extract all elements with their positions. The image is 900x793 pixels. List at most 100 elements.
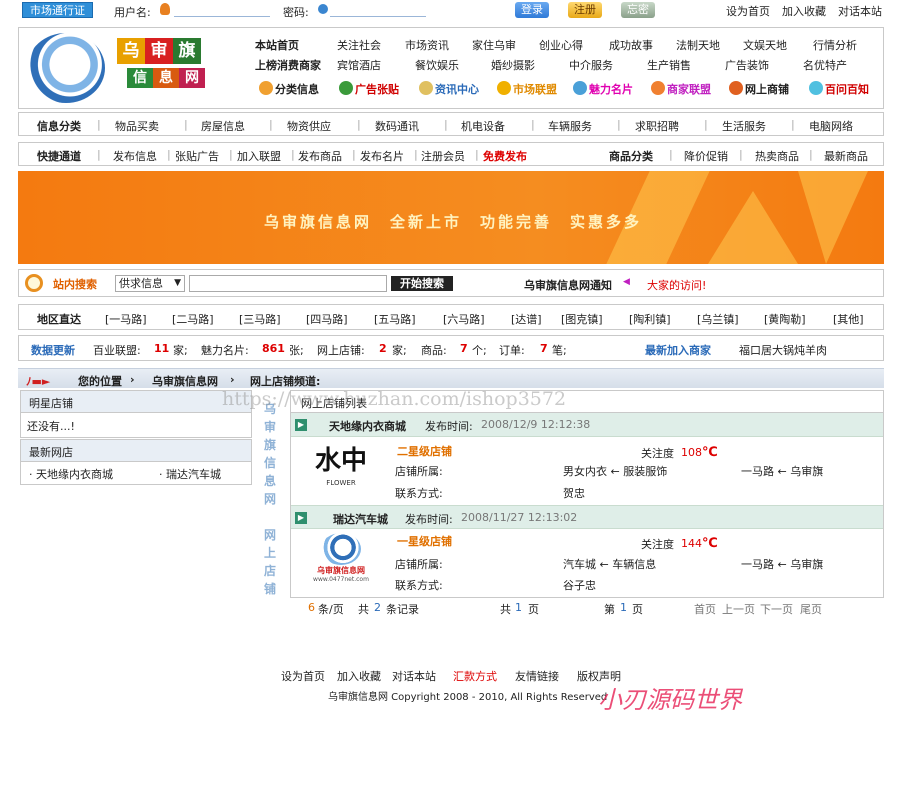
nav-item[interactable]: 法制天地 [676, 37, 720, 53]
region-item[interactable]: [五马路] [374, 311, 416, 327]
category-item[interactable]: 机电设备 [461, 118, 505, 134]
free-publish-link[interactable]: 免费发布 [483, 148, 527, 164]
feature-classified[interactable]: 分类信息 [259, 81, 319, 97]
shop-region[interactable]: 一马路 ← 乌审旗 [741, 556, 823, 572]
new-shop-item[interactable]: · 天地缘内衣商城 [29, 466, 113, 482]
nav-item[interactable]: 生产销售 [647, 57, 691, 73]
category-item[interactable]: 电脑网络 [809, 118, 853, 134]
quick-item[interactable]: 发布商品 [298, 148, 342, 164]
prev-page-link[interactable]: 上一页 [722, 601, 755, 617]
forgot-password-button[interactable]: 忘密 [621, 2, 655, 18]
nav-item[interactable]: 创业心得 [539, 37, 583, 53]
region-item[interactable]: [三马路] [239, 311, 281, 327]
region-item[interactable]: [达谱] [511, 311, 542, 327]
region-item[interactable]: [二马路] [172, 311, 214, 327]
nav-item[interactable]: 广告装饰 [725, 57, 769, 73]
url-watermark: https://www.huzhan.com/ishop3572 [222, 388, 567, 410]
login-button[interactable]: 登录 [515, 2, 549, 18]
region-item[interactable]: [黄陶勒] [764, 311, 806, 327]
nav-item[interactable]: 行情分析 [813, 37, 857, 53]
card-count: 861 [262, 342, 285, 355]
category-item[interactable]: 车辆服务 [548, 118, 592, 134]
footer-link[interactable]: 汇款方式 [453, 668, 497, 684]
region-item[interactable]: [其他] [833, 311, 864, 327]
nav-top-merchants[interactable]: 上榜消费商家 [255, 57, 321, 73]
first-page-link[interactable]: 首页 [694, 601, 716, 617]
nav-item[interactable]: 餐饮娱乐 [415, 57, 459, 73]
contact-site-link[interactable]: 对话本站 [838, 3, 882, 19]
shop-logo[interactable]: 乌审旗信息网 www.0477net.com [299, 533, 383, 593]
footer-link[interactable]: 加入收藏 [337, 668, 381, 684]
stats-unit: 个; [472, 344, 487, 357]
feature-merchant-alliance[interactable]: 商家联盟 [651, 81, 711, 97]
category-item[interactable]: 求职招聘 [635, 118, 679, 134]
search-input[interactable] [189, 275, 387, 292]
footer-link[interactable]: 友情链接 [515, 668, 559, 684]
region-item[interactable]: [六马路] [443, 311, 485, 327]
breadcrumb-site[interactable]: 乌审旗信息网 [152, 373, 218, 389]
shop-name[interactable]: 天地缘内衣商城 [329, 418, 406, 434]
nav-item[interactable]: 婚纱摄影 [491, 57, 535, 73]
shop-row-header: ▶ 瑞达汽车城 发布时间: 2008/11/27 12:13:02 [291, 505, 883, 529]
shop-category[interactable]: 汽车城 ← 车辆信息 [563, 556, 656, 572]
feature-online-shops[interactable]: 网上商铺 [729, 81, 789, 97]
category-item[interactable]: 物资供应 [287, 118, 331, 134]
quick-item[interactable]: 发布信息 [113, 148, 157, 164]
register-button[interactable]: 注册 [568, 2, 602, 18]
latest-merchant-name[interactable]: 福口居大锅炖羊肉 [739, 342, 827, 358]
product-item[interactable]: 热卖商品 [755, 148, 799, 164]
search-type-select[interactable]: 供求信息 ▼ [115, 275, 185, 292]
nav-home[interactable]: 本站首页 [255, 37, 299, 53]
product-item[interactable]: 降价促销 [684, 148, 728, 164]
add-favorite-link[interactable]: 加入收藏 [782, 3, 826, 19]
quick-item[interactable]: 发布名片 [360, 148, 404, 164]
nav-item[interactable]: 成功故事 [609, 37, 653, 53]
region-item[interactable]: [乌兰镇] [697, 311, 739, 327]
shop-category[interactable]: 男女内衣 ← 服装服饰 [563, 463, 667, 479]
set-homepage-link[interactable]: 设为首页 [726, 3, 770, 19]
nav-item[interactable]: 市场资讯 [405, 37, 449, 53]
username-input[interactable] [174, 3, 270, 17]
feature-news[interactable]: 资讯中心 [419, 81, 479, 97]
shop-logo[interactable]: 水中 FLOWER [299, 443, 383, 495]
shop-level: 一星级店铺 [397, 535, 452, 548]
region-item[interactable]: [一马路] [105, 311, 147, 327]
nav-item[interactable]: 名优特产 [803, 57, 847, 73]
next-page-link[interactable]: 下一页 [760, 601, 793, 617]
password-input[interactable] [330, 3, 426, 17]
nav-item[interactable]: 中介服务 [569, 57, 613, 73]
new-shop-item[interactable]: · 瑞达汽车城 [159, 466, 221, 482]
promo-banner[interactable]: 乌审旗信息网 全新上市 功能完善 实惠多多 [18, 171, 884, 264]
search-button[interactable]: 开始搜索 [391, 276, 453, 291]
last-page-link[interactable]: 尾页 [800, 601, 822, 617]
quick-item[interactable]: 加入联盟 [237, 148, 281, 164]
stats-unit: 家; [173, 344, 188, 357]
star-shops-panel: 明星店铺 还没有...! [20, 390, 252, 438]
nav-item[interactable]: 宾馆酒店 [337, 57, 381, 73]
nav-item[interactable]: 文娱天地 [743, 37, 787, 53]
region-item[interactable]: [四马路] [306, 311, 348, 327]
category-item[interactable]: 物品买卖 [115, 118, 159, 134]
region-item[interactable]: [图克镇] [561, 311, 603, 327]
nav-item[interactable]: 家住乌审 [472, 37, 516, 53]
market-pass-badge[interactable]: 市场通行证 [22, 2, 93, 18]
product-item[interactable]: 最新商品 [824, 148, 868, 164]
category-item[interactable]: 生活服务 [722, 118, 766, 134]
category-item[interactable]: 房屋信息 [201, 118, 245, 134]
contact-label: 联系方式: [395, 487, 443, 500]
footer-link[interactable]: 设为首页 [281, 668, 325, 684]
quick-item[interactable]: 张贴广告 [175, 148, 219, 164]
notice-marquee[interactable]: 大家的访问! [647, 277, 706, 293]
per-page-value: 6 [308, 601, 315, 614]
region-item[interactable]: [陶利镇] [629, 311, 671, 327]
category-item[interactable]: 数码通讯 [375, 118, 419, 134]
nav-item[interactable]: 关注社会 [337, 37, 381, 53]
feature-qa[interactable]: 百问百知 [809, 81, 869, 97]
feature-cards[interactable]: 魅力名片 [573, 81, 633, 97]
quick-item[interactable]: 注册会员 [421, 148, 465, 164]
feature-market-alliance[interactable]: 市场联盟 [497, 81, 557, 97]
shop-name[interactable]: 瑞达汽车城 [333, 511, 388, 527]
footer-link[interactable]: 对话本站 [392, 668, 436, 684]
feature-ads[interactable]: 广告张贴 [339, 81, 399, 97]
shop-region[interactable]: 一马路 ← 乌审旗 [741, 463, 823, 479]
